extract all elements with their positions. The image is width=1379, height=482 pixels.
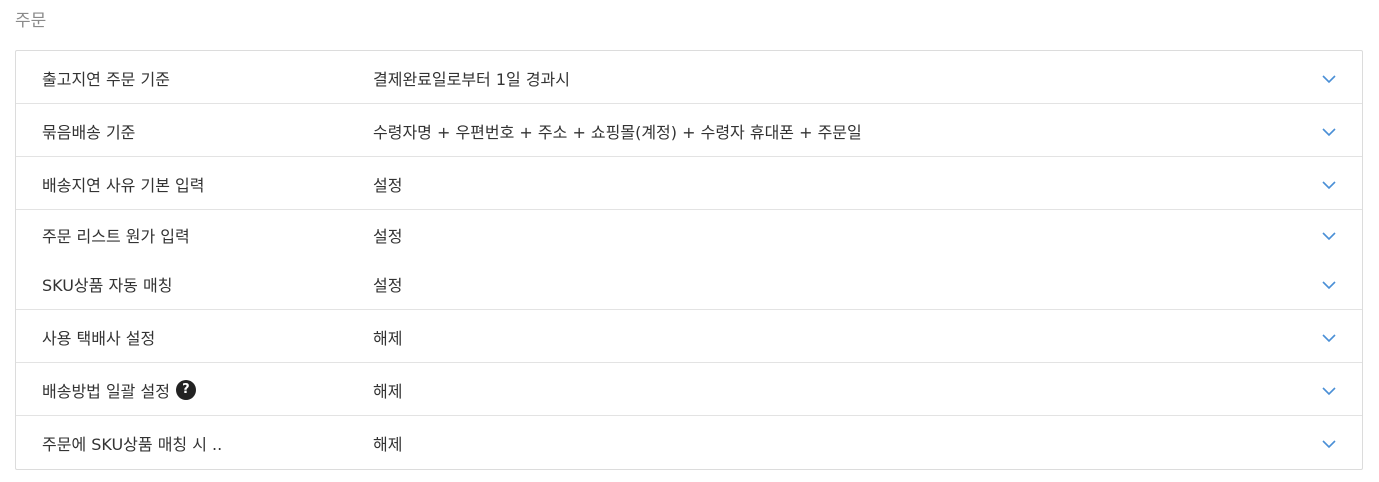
setting-value: 설정 (373, 175, 403, 195)
setting-row-cost-and-sku: 주문 리스트 원가 입력 설정 SKU상품 자동 매칭 설정 (16, 210, 1362, 310)
setting-row-delay-reason[interactable]: 배송지연 사유 기본 입력 설정 (16, 157, 1362, 210)
setting-value: 설정 (373, 227, 403, 246)
chevron-down-icon[interactable] (1322, 127, 1336, 137)
setting-row-bundle-shipping[interactable]: 묶음배송 기준 수령자명 + 우편번호 + 주소 + 쇼핑몰(계정) + 수령자… (16, 104, 1362, 157)
question-circle-icon[interactable]: ? (175, 379, 196, 400)
setting-label-wrap: 배송방법 일괄 설정 ? (42, 378, 196, 402)
setting-value: 해제 (373, 328, 403, 348)
setting-value: 결제완료일로부터 1일 경과시 (373, 69, 570, 89)
setting-row-sku-match-on-order[interactable]: 주문에 SKU상품 매칭 시 .. 해제 (16, 416, 1362, 469)
setting-label: 주문 리스트 원가 입력 (42, 227, 190, 246)
setting-label: 묶음배송 기준 (42, 122, 136, 142)
settings-panel: 출고지연 주문 기준 결제완료일로부터 1일 경과시 묶음배송 기준 수령자명 … (15, 50, 1363, 470)
chevron-down-icon[interactable] (1322, 180, 1336, 190)
setting-label: 주문에 SKU상품 매칭 시 .. (42, 434, 223, 454)
chevron-down-icon[interactable] (1322, 231, 1336, 241)
chevron-down-icon[interactable] (1322, 439, 1336, 449)
chevron-down-icon[interactable] (1322, 74, 1336, 84)
setting-row-shipping-delay[interactable]: 출고지연 주문 기준 결제완료일로부터 1일 경과시 (16, 51, 1362, 104)
setting-value: 수령자명 + 우편번호 + 주소 + 쇼핑몰(계정) + 수령자 휴대폰 + 주… (373, 122, 862, 142)
setting-label: 배송방법 일괄 설정 (42, 381, 170, 401)
setting-label: SKU상품 자동 매칭 (42, 275, 173, 295)
setting-value: 설정 (373, 275, 403, 295)
setting-line-sku-auto-match[interactable]: SKU상품 자동 매칭 설정 (16, 260, 1362, 307)
setting-row-shipping-method[interactable]: 배송방법 일괄 설정 ? 해제 (16, 363, 1362, 416)
setting-label: 사용 택배사 설정 (42, 328, 156, 348)
chevron-down-icon[interactable] (1322, 280, 1336, 290)
setting-row-courier[interactable]: 사용 택배사 설정 해제 (16, 310, 1362, 363)
setting-label: 출고지연 주문 기준 (42, 69, 170, 89)
setting-line-cost-input[interactable]: 주문 리스트 원가 입력 설정 (16, 210, 1362, 260)
section-title: 주문 (15, 11, 47, 31)
setting-label: 배송지연 사유 기본 입력 (42, 175, 205, 195)
chevron-down-icon[interactable] (1322, 386, 1336, 396)
setting-value: 해제 (373, 434, 403, 454)
setting-value: 해제 (373, 381, 403, 401)
chevron-down-icon[interactable] (1322, 333, 1336, 343)
